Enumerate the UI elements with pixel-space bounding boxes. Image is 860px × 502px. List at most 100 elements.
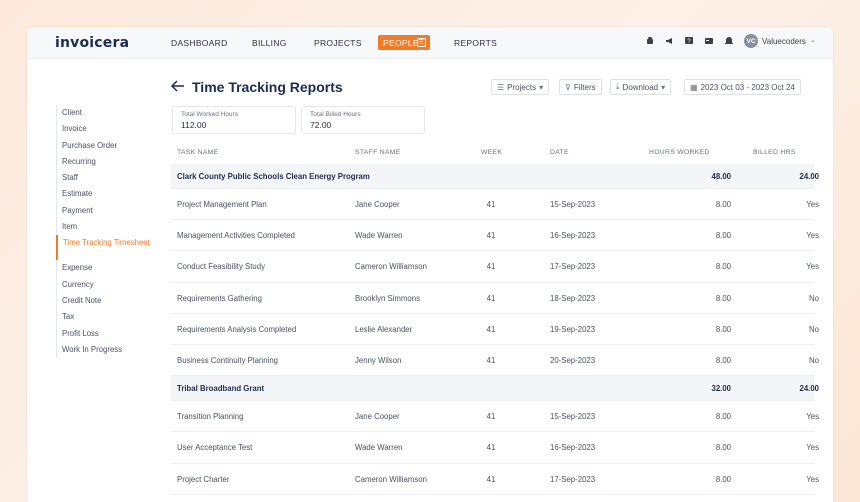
group-billed: 24.00 bbox=[799, 172, 819, 181]
cell-date: 15-Sep-2023 bbox=[550, 200, 596, 209]
nav-projects[interactable]: PROJECTS bbox=[314, 38, 362, 48]
cell-task: Project Charter bbox=[177, 474, 230, 484]
projects-dropdown[interactable]: ☰ Projects ▾ bbox=[491, 79, 550, 95]
people-badge-icon: ☰ bbox=[417, 38, 426, 47]
nav-reports[interactable]: REPORTS bbox=[454, 38, 497, 48]
sidebar-item-client[interactable]: Client bbox=[57, 105, 166, 121]
cell-date: 18-Sep-2023 bbox=[550, 293, 596, 303]
sidebar-item-estimate[interactable]: Estimate bbox=[57, 186, 166, 202]
cell-hours: 8.00 bbox=[715, 412, 731, 422]
table-row[interactable]: Requirements Analysis Completed Leslie Al… bbox=[171, 314, 819, 345]
date-range-picker[interactable]: ▦ 2023 Oct 03 - 2023 Oct 24 bbox=[684, 79, 801, 95]
cell-billed: No bbox=[809, 293, 819, 303]
cell-task: Transition Planning bbox=[177, 412, 244, 422]
cell-week: 41 bbox=[486, 200, 496, 209]
table-group-row[interactable]: Clark County Public Schools Clean Energy… bbox=[171, 164, 819, 189]
cell-task: Business Continuity Planning bbox=[177, 356, 278, 365]
sidebar-item-staff[interactable]: Staff bbox=[57, 170, 166, 186]
cell-billed: No bbox=[809, 356, 819, 365]
bell-icon[interactable] bbox=[724, 36, 734, 46]
filter-icon: ⊽ bbox=[565, 82, 571, 92]
table-row[interactable]: Project Management Plan Jane Cooper 41 15-S… bbox=[171, 189, 819, 221]
total-worked-card: Total Worked Hours 112.00 bbox=[172, 106, 296, 134]
group-billed: 24.00 bbox=[799, 384, 819, 394]
cell-billed: Yes bbox=[806, 200, 819, 209]
cell-week: 41 bbox=[486, 324, 496, 334]
page-title: Time Tracking Reports bbox=[192, 79, 343, 95]
table-group-row[interactable]: Tribal Broadband Grant 32.00 24.00 bbox=[171, 376, 819, 402]
cell-date: 15-Sep-2023 bbox=[550, 412, 596, 422]
sidebar-item-work-in-progress[interactable]: Work In Progress bbox=[57, 342, 166, 358]
nav-billing[interactable]: BILLING bbox=[252, 38, 287, 48]
cell-task: Requirements Analysis Completed bbox=[177, 324, 297, 334]
sidebar-item-time-tracking-timesheet[interactable]: Time Tracking Timesheet bbox=[56, 235, 166, 261]
cell-hours: 8.00 bbox=[715, 324, 731, 334]
group-hours: 32.00 bbox=[711, 384, 731, 394]
android-icon[interactable] bbox=[645, 36, 655, 46]
cell-staff: Wade Warren bbox=[355, 231, 403, 241]
table-row[interactable]: Project Charter Cameron Williamson 41 17-Se… bbox=[171, 464, 819, 495]
sidebar-item-profit-loss[interactable]: Profit Loss bbox=[57, 326, 166, 342]
col-billed-hrs[interactable]: BILLED HRS bbox=[753, 149, 796, 156]
sidebar-item-expense[interactable]: Expense bbox=[57, 260, 166, 276]
sidebar-item-currency[interactable]: Currency bbox=[57, 277, 166, 293]
cell-billed: Yes bbox=[806, 412, 819, 422]
nav-dashboard[interactable]: DASHBOARD bbox=[171, 38, 228, 48]
help-icon[interactable]: ? bbox=[684, 36, 694, 46]
projects-label: Projects bbox=[507, 82, 537, 92]
cell-hours: 8.00 bbox=[715, 356, 731, 365]
sidebar-item-payment[interactable]: Payment bbox=[57, 203, 166, 219]
col-task-name[interactable]: TASK NAME bbox=[177, 149, 218, 156]
filters-label: Filters bbox=[573, 82, 596, 92]
table-row[interactable]: Transition Planning Jane Cooper 41 15-Sep-2… bbox=[171, 401, 819, 433]
nav-people[interactable]: PEOPLE ☰ bbox=[378, 35, 430, 50]
cell-week: 41 bbox=[486, 443, 496, 453]
table-row[interactable]: Business Continuity Planning Jenny Wilson… bbox=[171, 345, 819, 377]
col-week[interactable]: WEEK bbox=[481, 149, 502, 156]
cell-task: Conduct Feasibility Study bbox=[177, 262, 265, 272]
download-icon: ⤓ bbox=[616, 82, 620, 91]
sidebar-item-purchase-order[interactable]: Purchase Order bbox=[57, 138, 166, 154]
cell-billed: No bbox=[809, 324, 819, 334]
back-arrow-icon[interactable] bbox=[170, 80, 185, 94]
col-hours-worked[interactable]: HOURS WORKED bbox=[649, 149, 710, 156]
user-name[interactable]: Valuecoders bbox=[762, 37, 806, 46]
card-icon[interactable] bbox=[704, 36, 714, 46]
download-dropdown[interactable]: ⤓ Download ▾ bbox=[610, 79, 672, 95]
reports-sidebar: Client Invoice Purchase Order Recurring Staf… bbox=[56, 105, 166, 359]
cell-date: 16-Sep-2023 bbox=[550, 231, 596, 241]
cell-staff: Jane Cooper bbox=[355, 412, 400, 422]
group-name: Clark County Public Schools Clean Energy… bbox=[177, 172, 370, 181]
brand-logo[interactable]: invoicera bbox=[55, 35, 129, 51]
cell-week: 41 bbox=[486, 293, 496, 303]
list-icon: ☰ bbox=[497, 82, 505, 92]
megaphone-icon[interactable] bbox=[665, 36, 675, 46]
sidebar-item-item[interactable]: Item bbox=[57, 219, 166, 235]
calendar-icon: ▦ bbox=[690, 82, 698, 92]
total-worked-label: Total Worked Hours bbox=[181, 111, 238, 118]
chevron-down-icon[interactable]: ⌄ bbox=[810, 36, 816, 44]
cell-date: 20-Sep-2023 bbox=[550, 356, 596, 365]
cell-week: 41 bbox=[486, 262, 496, 272]
cell-task: Project Management Plan bbox=[177, 200, 267, 209]
cell-hours: 8.00 bbox=[715, 443, 731, 453]
cell-staff: Cameron Williamson bbox=[355, 474, 427, 484]
cell-hours: 8.00 bbox=[715, 293, 731, 303]
avatar[interactable]: VC bbox=[744, 34, 758, 48]
table-row[interactable]: User Acceptance Test Wade Warren 41 16-Sep-… bbox=[171, 432, 819, 464]
cell-date: 17-Sep-2023 bbox=[550, 474, 596, 484]
sidebar-item-invoice[interactable]: Invoice bbox=[57, 121, 166, 137]
table-row[interactable]: Conduct Feasibility Study Cameron William… bbox=[171, 251, 819, 283]
sidebar-item-tax[interactable]: Tax bbox=[57, 309, 166, 325]
cell-billed: Yes bbox=[806, 474, 819, 484]
cell-staff: Jenny Wilson bbox=[355, 356, 402, 365]
sidebar-item-credit-note[interactable]: Credit Note bbox=[57, 293, 166, 309]
filters-button[interactable]: ⊽ Filters bbox=[559, 79, 602, 95]
sidebar-item-recurring[interactable]: Recurring bbox=[57, 154, 166, 170]
col-staff-name[interactable]: STAFF NAME bbox=[355, 149, 401, 156]
table-row[interactable]: Requirements Gathering Brooklyn Simmons 41… bbox=[171, 283, 819, 314]
col-date[interactable]: DATE bbox=[550, 149, 569, 156]
cell-date: 16-Sep-2023 bbox=[550, 443, 596, 453]
cell-staff: Jane Cooper bbox=[355, 200, 400, 209]
table-row[interactable]: Management Activities Completed Wade Warr… bbox=[171, 220, 819, 252]
